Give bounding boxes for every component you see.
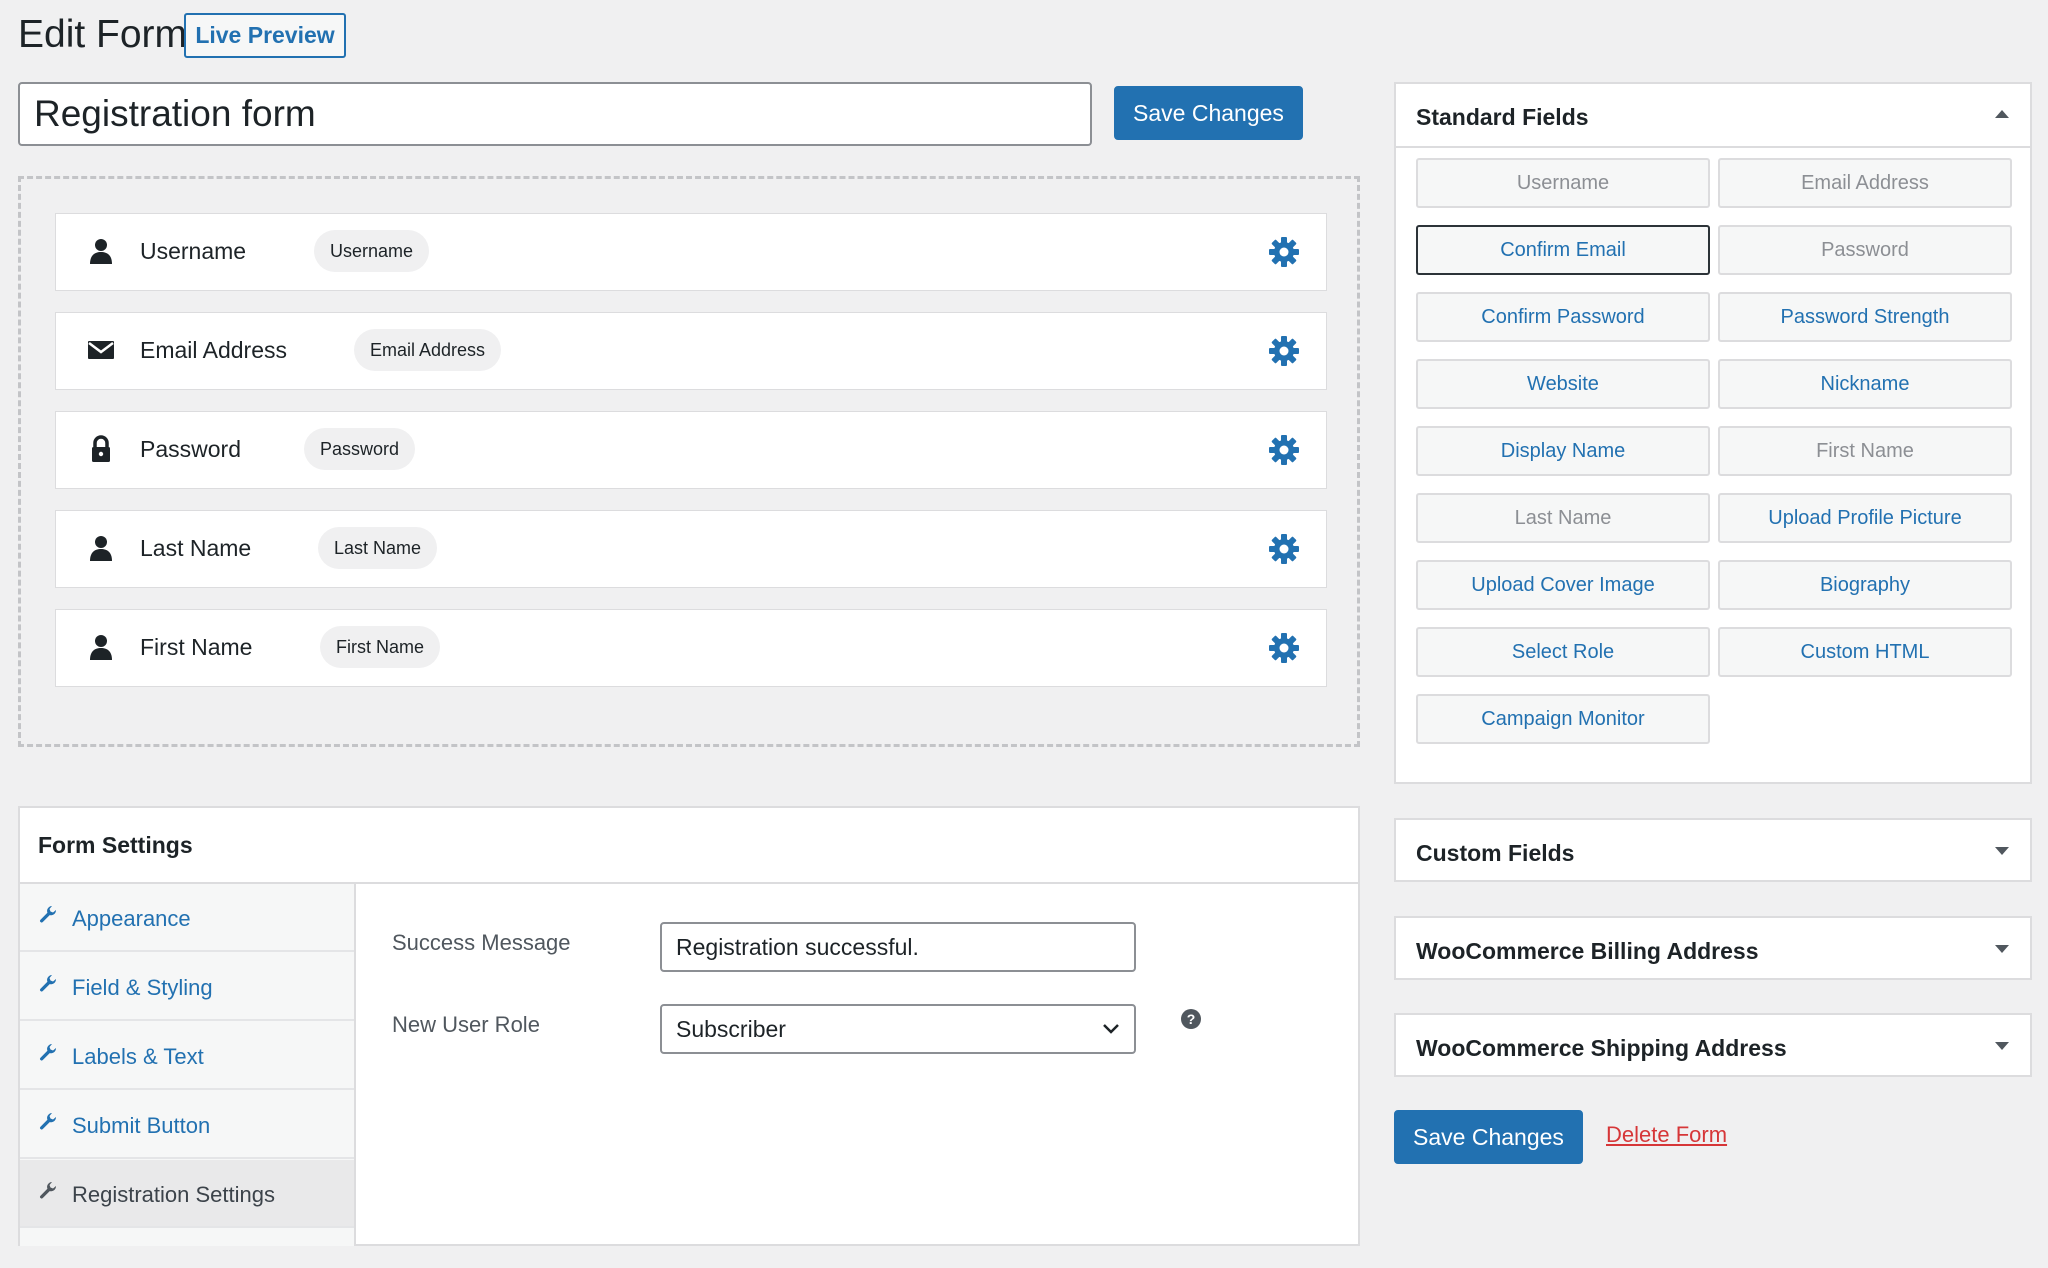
standard-field-button[interactable]: Username bbox=[1416, 158, 1710, 208]
standard-field-button[interactable]: First Name bbox=[1718, 426, 2012, 476]
wrench-icon bbox=[38, 1180, 58, 1200]
page-title: Edit Form bbox=[18, 13, 188, 56]
success-message-input[interactable]: Registration successful. bbox=[660, 922, 1136, 972]
new-user-role-value: Subscriber bbox=[676, 1015, 786, 1042]
standard-field-button[interactable]: Password bbox=[1718, 225, 2012, 275]
user-icon bbox=[86, 236, 116, 266]
gear-icon[interactable] bbox=[1268, 533, 1300, 565]
settings-nav-label: Labels & Text bbox=[72, 1044, 204, 1069]
new-user-role-select[interactable]: Subscriber bbox=[660, 1004, 1136, 1054]
new-user-role-label: New User Role bbox=[392, 1012, 540, 1037]
field-type-badge: Email Address bbox=[354, 329, 502, 371]
gear-icon[interactable] bbox=[1268, 236, 1300, 268]
settings-nav-label: Appearance bbox=[72, 906, 191, 931]
save-changes-button-top[interactable]: Save Changes bbox=[1114, 86, 1303, 140]
wrench-icon bbox=[38, 1042, 58, 1062]
lock-icon bbox=[86, 434, 116, 464]
collapse-arrow-icon[interactable] bbox=[1994, 109, 2010, 119]
settings-nav-item[interactable]: Appearance bbox=[20, 884, 354, 952]
field-type-badge: First Name bbox=[320, 626, 441, 668]
form-field-row[interactable]: First Name First Name bbox=[55, 609, 1327, 687]
settings-nav-item[interactable]: Registration Settings bbox=[20, 1160, 354, 1228]
expand-arrow-icon[interactable] bbox=[1994, 846, 2010, 856]
standard-field-button[interactable]: Confirm Password bbox=[1416, 292, 1710, 342]
standard-field-button[interactable]: Upload Profile Picture bbox=[1718, 493, 2012, 543]
standard-fields-divider bbox=[1396, 146, 2030, 148]
field-label: Email Address bbox=[140, 337, 288, 363]
standard-field-button[interactable]: Display Name bbox=[1416, 426, 1710, 476]
field-label: First Name bbox=[140, 634, 253, 660]
standard-field-button[interactable]: Upload Cover Image bbox=[1416, 560, 1710, 610]
help-icon[interactable]: ? bbox=[1180, 1008, 1202, 1030]
form-settings-title: Form Settings bbox=[38, 832, 193, 858]
standard-field-button[interactable]: Last Name bbox=[1416, 493, 1710, 543]
settings-nav-label: Field & Styling bbox=[72, 975, 213, 1000]
settings-nav-label: Registration Settings bbox=[72, 1182, 275, 1207]
standard-field-button[interactable]: Website bbox=[1416, 359, 1710, 409]
form-settings-panel: Form Settings Appearance Field & Styling L… bbox=[18, 806, 1360, 1246]
expand-arrow-icon[interactable] bbox=[1994, 1041, 2010, 1051]
settings-nav-item[interactable]: Submit Button bbox=[20, 1091, 354, 1159]
settings-nav: Appearance Field & Styling Labels & Text Su… bbox=[20, 884, 356, 1246]
user-icon bbox=[86, 533, 116, 563]
gear-icon[interactable] bbox=[1268, 434, 1300, 466]
standard-fields-title: Standard Fields bbox=[1416, 104, 1589, 130]
standard-field-button[interactable]: Nickname bbox=[1718, 359, 2012, 409]
custom-fields-title: Custom Fields bbox=[1416, 840, 1575, 866]
standard-field-button[interactable]: Biography bbox=[1718, 560, 2012, 610]
field-label: Last Name bbox=[140, 535, 252, 561]
form-field-row[interactable]: Email Address Email Address bbox=[55, 312, 1327, 390]
standard-field-button[interactable]: Custom HTML bbox=[1718, 627, 2012, 677]
user-icon bbox=[86, 632, 116, 662]
expand-arrow-icon[interactable] bbox=[1994, 944, 2010, 954]
form-field-row[interactable]: Username Username bbox=[55, 213, 1327, 291]
woo-billing-panel[interactable]: WooCommerce Billing Address bbox=[1394, 916, 2032, 980]
standard-field-button[interactable]: Email Address bbox=[1718, 158, 2012, 208]
form-field-row[interactable]: Password Password bbox=[55, 411, 1327, 489]
field-label: Username bbox=[140, 238, 247, 264]
field-type-badge: Password bbox=[304, 428, 416, 470]
standard-field-button[interactable]: Confirm Email bbox=[1416, 225, 1710, 275]
save-changes-button-bottom[interactable]: Save Changes bbox=[1394, 1110, 1583, 1164]
settings-nav-item[interactable]: Field & Styling bbox=[20, 953, 354, 1021]
woo-billing-title: WooCommerce Billing Address bbox=[1416, 938, 1759, 964]
wrench-icon bbox=[38, 1111, 58, 1131]
svg-text:?: ? bbox=[1187, 1011, 1196, 1027]
success-message-label: Success Message bbox=[392, 930, 571, 955]
woo-shipping-title: WooCommerce Shipping Address bbox=[1416, 1035, 1787, 1061]
gear-icon[interactable] bbox=[1268, 335, 1300, 367]
envelope-icon bbox=[86, 335, 116, 365]
live-preview-button[interactable]: Live Preview bbox=[184, 13, 346, 58]
field-type-badge: Username bbox=[314, 230, 430, 272]
settings-nav-label: Submit Button bbox=[72, 1113, 211, 1138]
field-type-badge: Last Name bbox=[318, 527, 438, 569]
standard-field-button[interactable]: Password Strength bbox=[1718, 292, 2012, 342]
form-field-row[interactable]: Last Name Last Name bbox=[55, 510, 1327, 588]
delete-form-link[interactable]: Delete Form bbox=[1606, 1122, 1727, 1148]
standard-field-button[interactable]: Campaign Monitor bbox=[1416, 694, 1710, 744]
gear-icon[interactable] bbox=[1268, 632, 1300, 664]
form-title-input[interactable]: Registration form bbox=[18, 82, 1092, 146]
woo-shipping-panel[interactable]: WooCommerce Shipping Address bbox=[1394, 1013, 2032, 1077]
wrench-icon bbox=[38, 973, 58, 993]
wrench-icon bbox=[38, 904, 58, 924]
standard-fields-panel: Standard Fields Username Email Address Con… bbox=[1394, 82, 2032, 784]
field-label: Password bbox=[140, 436, 241, 462]
standard-field-button[interactable]: Select Role bbox=[1416, 627, 1710, 677]
settings-nav-item[interactable]: Labels & Text bbox=[20, 1022, 354, 1090]
custom-fields-panel[interactable]: Custom Fields bbox=[1394, 818, 2032, 882]
chevron-down-icon bbox=[1103, 1024, 1119, 1034]
